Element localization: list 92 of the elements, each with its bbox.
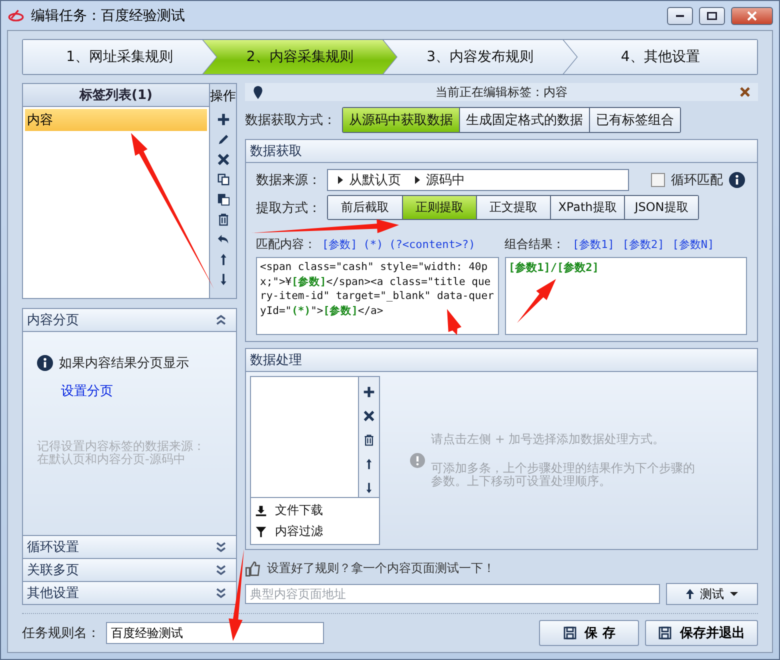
caret-icon — [415, 176, 420, 184]
tag-list-header: 标签列表(1) — [23, 84, 209, 107]
trash-icon — [216, 212, 230, 226]
path-label: 源码中 — [426, 172, 465, 189]
insert-token-link[interactable]: [参数2] — [622, 237, 664, 252]
minimize-button[interactable] — [667, 6, 693, 24]
funnel-icon — [255, 526, 267, 538]
step-tab[interactable]: 4、其他设置 — [564, 40, 757, 74]
hint-text: 可添加多条，上个步骤处理的结果作为下个步骤的参数。上下移动可设置处理顺序。 — [431, 462, 696, 488]
insert-token-link[interactable]: (?<content>?) — [389, 238, 476, 251]
extract-mode-tab[interactable]: 正则提取 — [402, 196, 476, 219]
set-pagination-link[interactable]: 设置分页 — [37, 382, 222, 400]
fetch-mode-tab[interactable]: 生成固定格式的数据 — [459, 108, 589, 132]
fetch-mode-label: 数据获取方式： — [245, 112, 336, 129]
menu-item[interactable]: 内容过滤 — [251, 521, 327, 542]
group-header: 数据获取 — [246, 140, 757, 163]
minimize-icon — [676, 14, 684, 16]
operations-label: 操作 — [210, 88, 236, 106]
match-pattern-editor[interactable]: <span class="cash" style="width: 40px;">¥[参数]</span><a class="title query-item-id" target="_blank" data-queryId="(*)">[参数]</a> — [256, 257, 498, 335]
trash-icon — [363, 434, 375, 446]
url-field[interactable]: 典型内容页面地址 — [245, 584, 660, 604]
paste-icon — [216, 192, 230, 206]
save-button[interactable]: 保 存 — [539, 620, 639, 646]
thumbs-up-icon — [245, 560, 261, 576]
undo-icon — [216, 232, 230, 246]
save-icon — [562, 626, 577, 640]
maximize-icon — [707, 12, 717, 20]
test-prompt: 设置好了规则？拿一个内容页面测试一下！ — [267, 560, 495, 577]
match-label: 匹配内容： — [256, 236, 316, 253]
step-tab[interactable]: 3、内容发布规则 — [384, 40, 577, 74]
window-title: 编辑任务：百度经验测试 — [31, 6, 186, 24]
expand-icon — [216, 565, 226, 575]
alert-icon — [410, 453, 425, 468]
extract-mode-tab[interactable]: 正文提取 — [476, 196, 550, 219]
info-text: 如果内容结果分页显示 — [59, 355, 189, 372]
hint-text: 记得设置内容标签的数据来源：在默认页和内容分页-源码中 — [37, 440, 206, 466]
annotation-arrow — [447, 309, 462, 335]
caret-icon — [338, 176, 343, 184]
close-icon — [216, 152, 230, 166]
close-icon — [363, 410, 375, 422]
section-header[interactable]: 关联多页 — [22, 558, 237, 582]
collapse-icon — [216, 315, 226, 325]
pencil-icon — [216, 132, 230, 146]
expand-icon — [216, 588, 226, 598]
tag-list-item[interactable]: 内容 — [25, 109, 207, 131]
source-path-field[interactable]: 从默认页 源码中 — [327, 169, 629, 191]
combine-result-editor[interactable]: [参数1]/[参数2] — [504, 257, 747, 335]
save-button[interactable]: 保存并退出 — [645, 620, 758, 646]
section-header[interactable]: 内容分页 — [22, 308, 237, 332]
editing-tag-label: 当前正在编辑标签：内容 — [434, 84, 568, 100]
extract-mode-label: 提取方式： — [256, 200, 321, 216]
insert-token-link[interactable]: [参数1] — [572, 237, 614, 252]
extract-mode-tab[interactable]: 前后截取 — [328, 196, 402, 219]
app-logo-icon — [7, 8, 25, 24]
expand-icon — [216, 542, 226, 552]
fetch-mode-tab[interactable]: 从源码中获取数据 — [343, 108, 459, 132]
insert-token-link[interactable]: [参数] — [322, 237, 358, 252]
loop-match-label: 循环匹配 — [671, 172, 723, 189]
plus-icon — [216, 112, 230, 126]
path-label: 从默认页 — [349, 172, 401, 189]
fetch-mode-tab[interactable]: 已有标签组合 — [589, 108, 680, 132]
task-name-field[interactable]: 百度经验测试 — [106, 622, 324, 644]
section-header[interactable]: 循环设置 — [22, 535, 237, 559]
extract-mode-tab[interactable]: XPath提取 — [550, 196, 624, 219]
map-pin-icon — [253, 86, 263, 98]
plus-icon — [363, 386, 375, 398]
task-name-label: 任务规则名： — [22, 625, 100, 642]
close-icon — [747, 10, 757, 20]
copy-icon — [216, 172, 230, 186]
step-tab[interactable]: 2、内容采集规则 — [203, 40, 396, 74]
group-header: 数据处理 — [246, 349, 757, 372]
info-icon — [37, 355, 53, 371]
caret-down-icon — [730, 592, 738, 596]
close-button[interactable] — [731, 6, 773, 24]
save-icon — [658, 626, 672, 640]
hint-text: 请点击左侧 + 加号选择添加数据处理方式。 — [431, 432, 666, 446]
combine-label: 组合结果： — [504, 236, 564, 253]
insert-token-link[interactable]: [参数N] — [672, 237, 714, 252]
run-icon — [686, 589, 694, 599]
extract-mode-tab[interactable]: JSON提取 — [624, 196, 698, 219]
maximize-button[interactable] — [699, 6, 725, 24]
annotation-arrow — [517, 279, 556, 323]
section-header[interactable]: 其他设置 — [22, 581, 237, 605]
info-icon — [729, 172, 745, 188]
download-icon — [255, 504, 267, 516]
insert-token-link[interactable]: (*) — [363, 238, 384, 251]
menu-item[interactable]: 文件下载 — [251, 500, 327, 521]
step-tab[interactable]: 1、网址采集规则 — [23, 40, 216, 74]
test-button[interactable]: 测试 — [666, 583, 758, 605]
close-icon — [740, 87, 750, 97]
source-label: 数据来源： — [256, 172, 321, 189]
loop-match-checkbox[interactable] — [651, 173, 665, 187]
